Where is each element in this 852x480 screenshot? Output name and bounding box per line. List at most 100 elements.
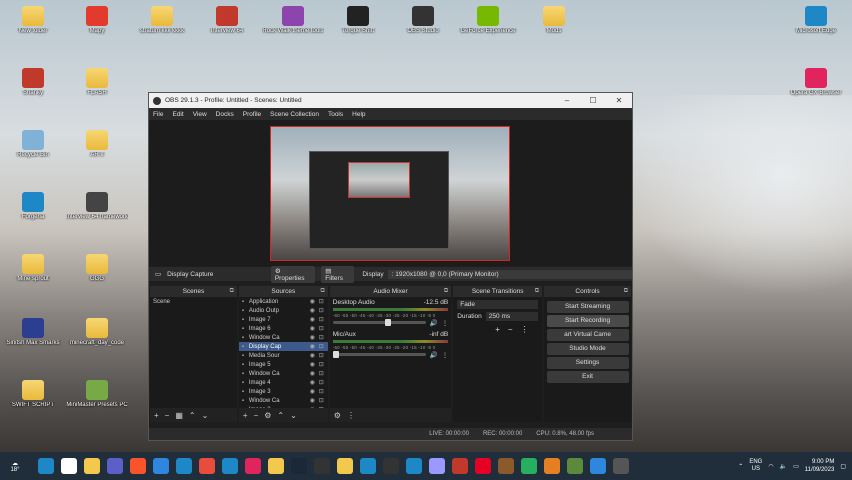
game-icon[interactable] (451, 458, 468, 474)
opera-icon[interactable] (244, 458, 261, 474)
more-icon[interactable]: ⋮ (521, 325, 529, 334)
maximize-icon[interactable]: ☐ (580, 96, 606, 105)
lock-icon[interactable]: ⊡ (319, 316, 328, 323)
eye-icon[interactable]: ◉ (310, 379, 319, 386)
desktop-icon[interactable]: GGG (66, 254, 128, 283)
eye-icon[interactable]: ◉ (310, 343, 319, 350)
premiere-icon[interactable] (428, 458, 445, 474)
search-icon[interactable] (60, 458, 77, 474)
remove-icon[interactable]: − (254, 411, 259, 420)
menu-tools[interactable]: Tools (328, 111, 343, 118)
start-recording-button[interactable]: Start Recording (546, 315, 629, 327)
chrome-icon[interactable] (198, 458, 215, 474)
obs-window[interactable]: OBS 29.1.3 - Profile: Untitled - Scenes:… (148, 92, 633, 441)
desktop-icon[interactable]: Mapy (66, 6, 128, 35)
menu-scene-collection[interactable]: Scene Collection (270, 111, 319, 118)
desktop-icon[interactable]: New folder (2, 6, 64, 35)
close-icon[interactable]: ✕ (606, 96, 632, 105)
dock-float-icon[interactable]: ⧉ (444, 286, 448, 297)
scene-item[interactable]: Scene (150, 297, 237, 306)
volume-slider[interactable] (332, 351, 426, 358)
source-item[interactable]: ▪ Audio Outp ◉ ⊡ (239, 306, 328, 315)
wifi-icon[interactable]: ◠ (768, 463, 773, 470)
menu-help[interactable]: Help (352, 111, 365, 118)
title-bar[interactable]: OBS 29.1.3 - Profile: Untitled - Scenes:… (149, 93, 632, 108)
menu-edit[interactable]: Edit (172, 111, 183, 118)
desktop-icon[interactable]: FLASH (66, 68, 128, 97)
freddy-icon[interactable] (497, 458, 514, 474)
lock-icon[interactable]: ⊡ (319, 388, 328, 395)
desktop-icon[interactable]: stratum kkk kkkk (131, 6, 193, 35)
preview-area[interactable] (149, 120, 632, 266)
desktop-icon[interactable]: SWIFT SCRIPT (2, 380, 64, 409)
desktop-icon[interactable]: Rock Walk theme tools (262, 6, 324, 35)
edge-icon[interactable] (221, 458, 238, 474)
lock-icon[interactable]: ⊡ (319, 325, 328, 332)
clock[interactable]: 9:00 PM 11/09/2023 (805, 458, 835, 474)
dock-float-icon[interactable]: ⧉ (624, 286, 628, 297)
desktop-icon[interactable]: Recycle Bin (2, 130, 64, 159)
up-icon[interactable]: ⌃ (277, 411, 284, 420)
source-item[interactable]: ▪ Window Ca ◉ ⊡ (239, 333, 328, 342)
desktop-icon[interactable]: minecraft_day_code (66, 318, 128, 347)
app-icon[interactable] (359, 458, 376, 474)
gear-icon[interactable]: ⚙ (264, 411, 271, 420)
files-icon[interactable] (336, 458, 353, 474)
notification-icon[interactable]: ▢ (840, 463, 846, 470)
desktop-icon[interactable]: Sinitsh Max Smarks (2, 318, 64, 347)
up-icon[interactable]: ⌃ (189, 411, 196, 420)
desktop-icon[interactable]: Forgeria (2, 192, 64, 221)
show-hidden-icon[interactable]: ⌃ (738, 463, 743, 470)
lock-icon[interactable]: ⊡ (319, 334, 328, 341)
art-virtual-came-button[interactable]: art Virtual Came (546, 329, 629, 341)
source-item[interactable]: ▪ Window Ca ◉ ⊡ (239, 396, 328, 405)
eye-icon[interactable]: ◉ (310, 361, 319, 368)
down-icon[interactable]: ⌄ (202, 411, 209, 420)
speaker-icon[interactable]: 🔊 (430, 319, 438, 327)
exit-button[interactable]: Exit (546, 371, 629, 383)
source-item[interactable]: ▪ Media Sour ◉ ⊡ (239, 351, 328, 360)
epic-icon[interactable] (313, 458, 330, 474)
source-item[interactable]: ▪ Display Cap ◉ ⊡ (238, 342, 328, 351)
desktop-icon[interactable]: Mods (523, 6, 585, 35)
desktop-icon[interactable]: GeForce Experience (457, 6, 519, 35)
weather-widget[interactable]: ☁ 18° (0, 460, 30, 473)
remove-icon[interactable]: − (508, 325, 513, 334)
eye-icon[interactable]: ◉ (310, 388, 319, 395)
desktop-icon[interactable]: Mine sprout (2, 254, 64, 283)
preview-canvas[interactable] (270, 126, 510, 261)
source-item[interactable]: ▪ Image 3 ◉ ⊡ (239, 387, 328, 396)
edge2-icon[interactable] (405, 458, 422, 474)
desktop-icon[interactable]: Opera GX Browser (785, 68, 847, 97)
eye-icon[interactable]: ◉ (310, 352, 319, 359)
settings-button[interactable]: Settings (546, 357, 629, 369)
source-item[interactable]: ▪ Application ◉ ⊡ (239, 297, 328, 306)
eye-icon[interactable]: ◉ (310, 298, 319, 305)
down-icon[interactable]: ⌄ (290, 411, 297, 420)
language-indicator[interactable]: ENG US (749, 459, 762, 473)
app2-icon[interactable] (520, 458, 537, 474)
desktop-icon[interactable]: Interview 64 (196, 6, 258, 35)
lock-icon[interactable]: ⊡ (319, 352, 328, 359)
add-icon[interactable]: + (154, 411, 159, 420)
eye-icon[interactable]: ◉ (310, 325, 319, 332)
menu-view[interactable]: View (193, 111, 207, 118)
source-item[interactable]: ▪ Image 5 ◉ ⊡ (239, 360, 328, 369)
add-icon[interactable]: + (495, 325, 500, 334)
volume-icon[interactable]: 🔈 (780, 463, 787, 470)
more-icon[interactable]: ⋮ (442, 319, 449, 327)
source-item[interactable]: ▪ Image 4 ◉ ⊡ (239, 378, 328, 387)
volume-slider[interactable] (332, 319, 426, 326)
duration-field[interactable]: 250 ms (485, 312, 539, 321)
dock-float-icon[interactable]: ⧉ (320, 286, 324, 297)
teams-icon[interactable] (106, 458, 123, 474)
gear-icon[interactable]: ⚙ (334, 411, 341, 420)
obs-icon[interactable] (382, 458, 399, 474)
desktop-icon[interactable]: MiniMaster Presets PC (66, 380, 128, 409)
lock-icon[interactable]: ⊡ (319, 343, 328, 350)
muted-speaker-icon[interactable]: 🔊 (430, 351, 438, 359)
eye-icon[interactable]: ◉ (310, 397, 319, 404)
menu-docks[interactable]: Docks (216, 111, 234, 118)
eye-icon[interactable]: ◉ (310, 334, 319, 341)
more-icon[interactable]: ⋮ (347, 411, 355, 420)
